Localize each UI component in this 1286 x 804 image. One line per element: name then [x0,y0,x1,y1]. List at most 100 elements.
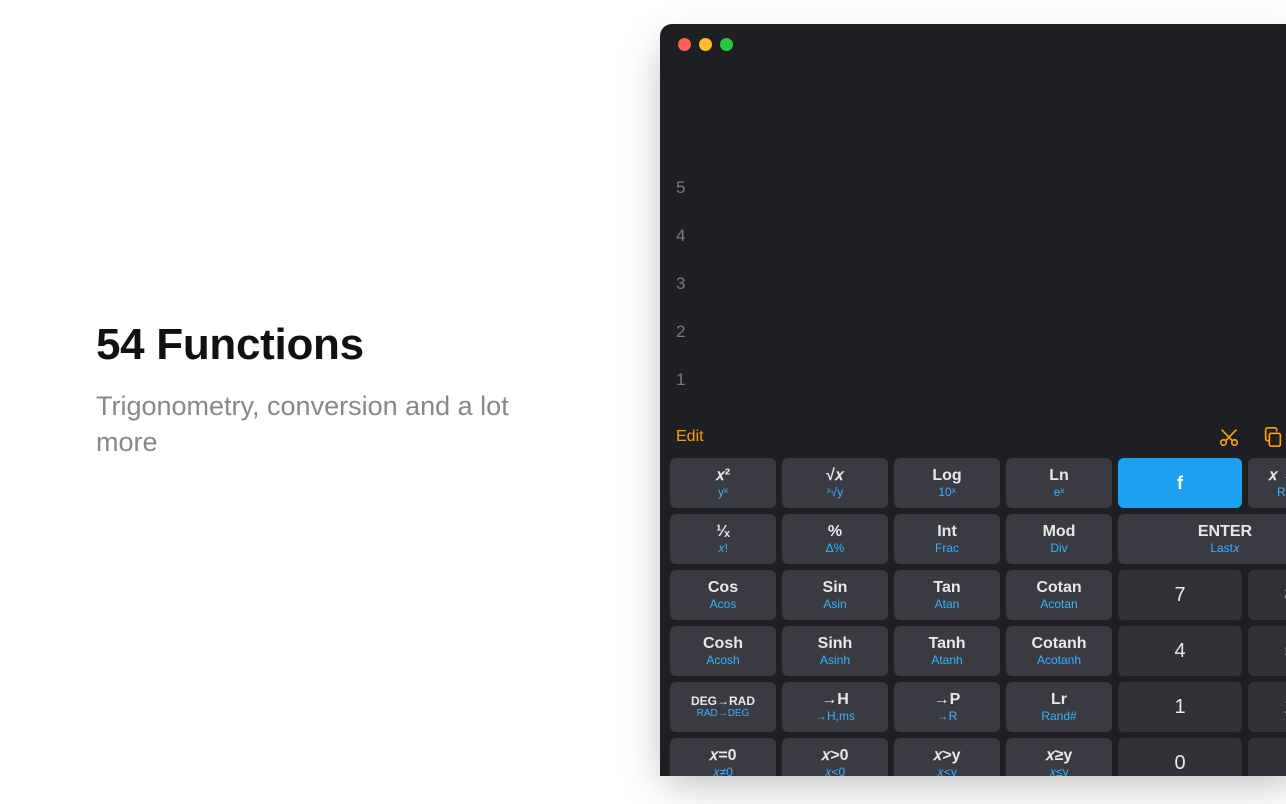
key-sub-label: Asin [823,598,846,611]
edit-label[interactable]: Edit [676,428,704,446]
key--y[interactable]: 𝑥 ↔ yRND [1248,458,1286,508]
key-sub-label: RAD→DEG [697,709,750,720]
key-log[interactable]: Log10ˣ [894,458,1000,508]
key-main-label: 𝑥>y [933,748,960,765]
promo-subtitle: Trigonometry, conversion and a lot more [96,388,576,461]
key-sub-label: Rand# [1041,710,1076,723]
key-main-label: Mod [1043,524,1076,541]
key-enter[interactable]: ENTERLast𝑥 [1118,514,1286,564]
key-sub-label: Last𝑥 [1210,542,1239,555]
key-sub-label: Frac [935,542,959,555]
key--[interactable]: . [1248,738,1286,776]
key-main-label: 0 [1174,753,1185,774]
key-0[interactable]: 0 [1118,738,1242,776]
key--[interactable]: %Δ% [782,514,888,564]
calculator-window: 1 2 3 4 5 Edit 𝑥²yˣ√𝑥ˣ√yLog10ˣLneˣf𝑥 ↔ y… [660,24,1286,776]
key-sub-label: 𝑥! [718,542,728,555]
key-main-label: 7 [1174,585,1185,606]
key-main-label: ¹⁄ₓ [716,524,730,541]
key-sub-label: ˣ√y [827,486,844,499]
key-1[interactable]: 1 [1118,682,1242,732]
key-main-label: Cotanh [1031,636,1086,653]
key-main-label: Log [932,468,961,485]
key-main-label: √𝑥 [826,468,844,485]
key-sub-label: →R [937,710,958,723]
key-main-label: 𝑥=0 [709,748,736,765]
key--y[interactable]: 𝑥≥y𝑥≤y [1006,738,1112,776]
key-main-label: Cosh [703,636,743,653]
key-main-label: Int [937,524,957,541]
key-sub-label: Asinh [820,654,850,667]
key-main-label: Ln [1049,468,1069,485]
key-sub-label: →H,ms [815,710,855,723]
key-7[interactable]: 7 [1118,570,1242,620]
key-main-label: 𝑥>0 [821,748,848,765]
key--0[interactable]: 𝑥=0𝑥≠0 [670,738,776,776]
key-main-label: DEG→RAD [691,695,755,708]
edit-bar: Edit [660,420,1286,454]
key-5[interactable]: 5 [1248,626,1286,676]
key-sub-label: 𝑥≤y [1049,766,1068,776]
cut-icon[interactable] [1218,426,1240,448]
key-main-label: % [828,524,842,541]
key-sub-label: Acotan [1040,598,1077,611]
key-ln[interactable]: Lneˣ [1006,458,1112,508]
promo-title: 54 Functions [96,320,576,370]
key-sub-label: 𝑥<y [937,766,957,776]
key-sin[interactable]: SinAsin [782,570,888,620]
key-cotan[interactable]: CotanAcotan [1006,570,1112,620]
key--[interactable]: √𝑥ˣ√y [782,458,888,508]
key-main-label: Tanh [928,636,965,653]
key-main-label: Sin [823,580,848,597]
key--[interactable]: ¹⁄ₓ𝑥! [670,514,776,564]
key-main-label: Cotan [1036,580,1081,597]
key-deg-rad[interactable]: DEG→RADRAD→DEG [670,682,776,732]
key-main-label: 𝑥² [716,468,730,485]
key-f[interactable]: f [1118,458,1242,508]
key--0[interactable]: 𝑥>0𝑥<0 [782,738,888,776]
key-tanh[interactable]: TanhAtanh [894,626,1000,676]
key-main-label: →P [934,692,961,709]
key-main-label: 𝑥≥y [1046,748,1073,765]
key-main-label: →H [821,692,849,709]
key-main-label: 1 [1174,697,1185,718]
key--p[interactable]: →P→R [894,682,1000,732]
key-tan[interactable]: TanAtan [894,570,1000,620]
key-sinh[interactable]: SinhAsinh [782,626,888,676]
stack-level: 3 [676,260,685,308]
key--y[interactable]: 𝑥>y𝑥<y [894,738,1000,776]
key-main-label: 4 [1174,641,1185,662]
stack-level: 5 [676,164,685,212]
traffic-lights [678,38,733,51]
zoom-icon[interactable] [720,38,733,51]
copy-icon[interactable] [1262,426,1284,448]
key-sub-label: 10ˣ [938,486,955,499]
keypad: 𝑥²yˣ√𝑥ˣ√yLog10ˣLneˣf𝑥 ↔ yRND¹⁄ₓ𝑥!%Δ%IntF… [670,458,1286,776]
stack-level: 4 [676,212,685,260]
key-main-label: Tan [933,580,960,597]
key-cos[interactable]: CosAcos [670,570,776,620]
key-8[interactable]: 8 [1248,570,1286,620]
close-icon[interactable] [678,38,691,51]
key-cotanh[interactable]: CotanhAcotanh [1006,626,1112,676]
key-sub-label: RND [1277,486,1286,499]
key-sub-label: Atanh [931,654,962,667]
stack-level: 2 [676,308,685,356]
key-cosh[interactable]: CoshAcosh [670,626,776,676]
stack-level: 1 [676,356,685,404]
key-int[interactable]: IntFrac [894,514,1000,564]
key-main-label: f [1177,474,1183,493]
key-4[interactable]: 4 [1118,626,1242,676]
key-mod[interactable]: ModDiv [1006,514,1112,564]
key-sub-label: Acotanh [1037,654,1081,667]
key-sub-label: 𝑥≠0 [713,766,733,776]
key-sub-label: Acos [710,598,737,611]
minimize-icon[interactable] [699,38,712,51]
key--h[interactable]: →H→H,ms [782,682,888,732]
key-lr[interactable]: LrRand# [1006,682,1112,732]
key-main-label: Lr [1051,692,1067,709]
key--[interactable]: 𝑥²yˣ [670,458,776,508]
key-2[interactable]: 2 [1248,682,1286,732]
stack-display: 1 2 3 4 5 [676,164,685,404]
key-main-label: ENTER [1198,524,1252,541]
